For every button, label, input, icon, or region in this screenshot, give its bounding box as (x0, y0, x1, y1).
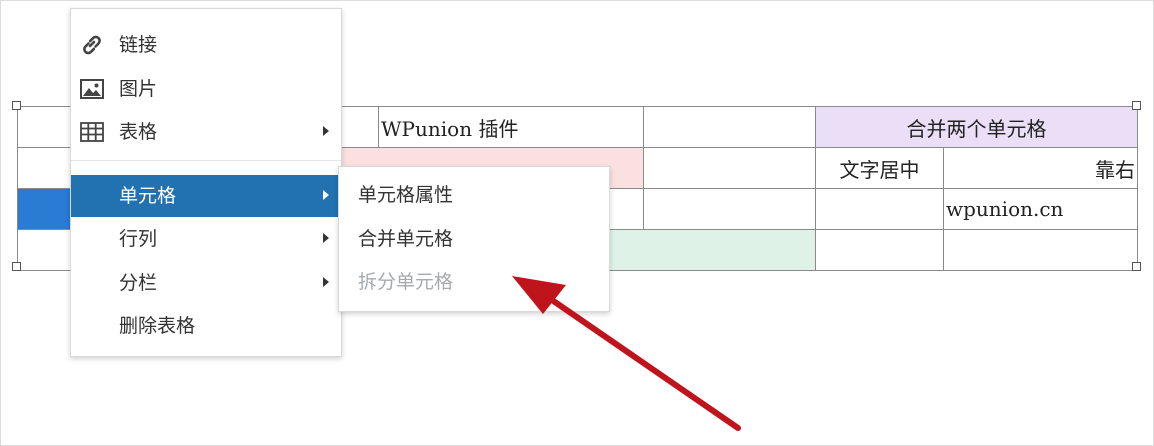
menu-divider (71, 160, 341, 161)
cell-submenu: 单元格属性 合并单元格 拆分单元格 (338, 166, 610, 312)
table-cell[interactable] (815, 188, 944, 230)
merged-cell[interactable]: 合并两个单元格 (815, 106, 1138, 148)
table-cell[interactable] (17, 229, 72, 271)
menu-item-label: 行列 (119, 228, 158, 250)
menu-item-label: 单元格 (119, 185, 177, 207)
menu-item-table[interactable]: 表格 (71, 111, 341, 153)
resize-handle-bottom-left[interactable] (12, 262, 21, 271)
menu-item-label: 分栏 (119, 272, 158, 294)
context-menu: 链接 图片 表格 单元格 行列 分栏 删除表格 (70, 8, 342, 357)
menu-item-row-column[interactable]: 行列 (71, 218, 341, 260)
chevron-right-icon (323, 277, 329, 287)
submenu-item-cell-properties[interactable]: 单元格属性 (339, 174, 609, 216)
menu-item-columns[interactable]: 分栏 (71, 262, 341, 304)
table-cell[interactable] (643, 147, 816, 189)
menu-item-label: 单元格属性 (358, 184, 454, 206)
table-cell[interactable] (943, 229, 1138, 271)
resize-handle-bottom-right[interactable] (1132, 262, 1141, 271)
table-cell-centered[interactable]: 文字居中 (815, 147, 944, 189)
table-icon (79, 120, 105, 144)
menu-item-label: 合并单元格 (358, 228, 454, 250)
menu-item-cell[interactable]: 单元格 (71, 175, 341, 217)
table-cell[interactable] (643, 106, 816, 148)
table-cell-selected[interactable] (17, 188, 72, 230)
chevron-right-icon (323, 190, 329, 200)
chevron-right-icon (323, 126, 329, 136)
menu-item-delete-table[interactable]: 删除表格 (71, 305, 341, 347)
table-cell[interactable]: WPunion 插件 (378, 106, 644, 148)
table-cell[interactable] (17, 147, 72, 189)
resize-handle-top-left[interactable] (12, 101, 21, 110)
resize-handle-top-right[interactable] (1132, 101, 1141, 110)
menu-item-label: 图片 (119, 78, 158, 100)
menu-item-label: 链接 (119, 34, 158, 56)
table-cell[interactable] (17, 106, 72, 148)
table-cell-right[interactable]: 靠右 (943, 147, 1138, 189)
chevron-right-icon (323, 233, 329, 243)
table-cell[interactable]: wpunion.cn (943, 188, 1138, 230)
menu-item-label: 表格 (119, 121, 158, 143)
menu-item-image[interactable]: 图片 (71, 68, 341, 110)
image-icon (79, 77, 105, 101)
menu-item-link[interactable]: 链接 (71, 24, 341, 66)
table-cell[interactable] (815, 229, 944, 271)
table-cell[interactable] (643, 188, 816, 230)
link-icon (79, 33, 105, 57)
submenu-item-split-cell: 拆分单元格 (339, 261, 609, 303)
submenu-item-merge-cells[interactable]: 合并单元格 (339, 218, 609, 260)
menu-item-label: 删除表格 (119, 315, 196, 337)
menu-item-label: 拆分单元格 (358, 271, 454, 293)
